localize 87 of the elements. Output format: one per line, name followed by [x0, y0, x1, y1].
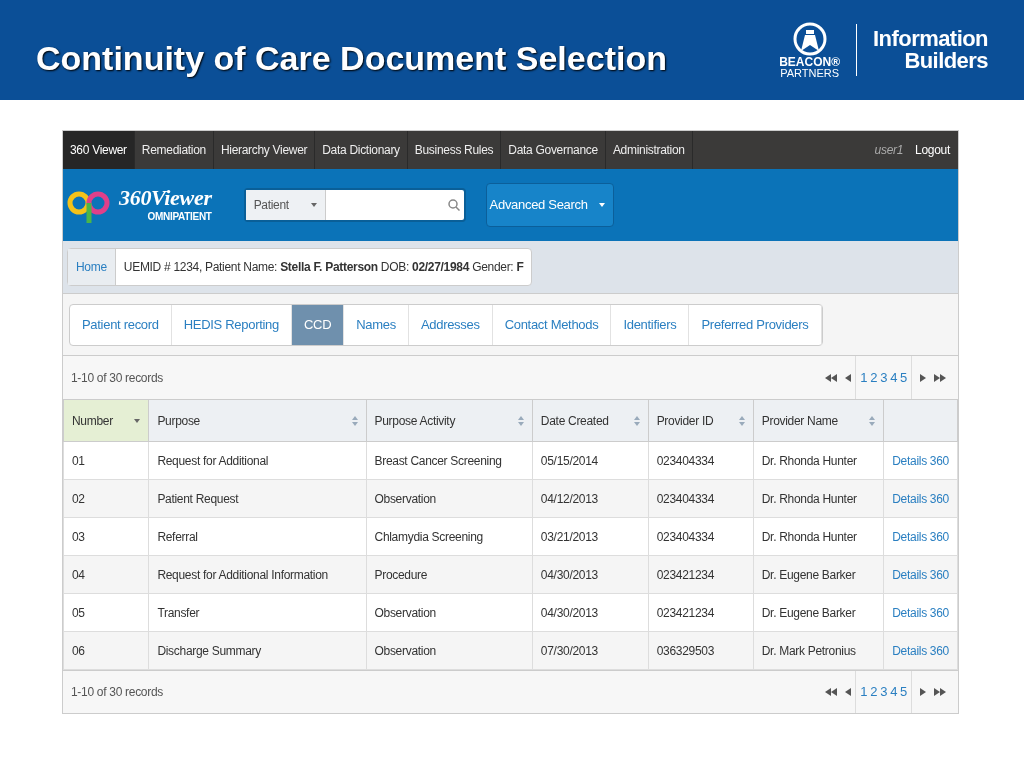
table-cell: 03/21/2013 [532, 517, 649, 556]
tab[interactable]: Identifiers [611, 304, 690, 345]
tab[interactable]: Addresses [408, 304, 493, 345]
table-cell: 023421234 [648, 593, 754, 632]
page-link[interactable]: 2 [870, 682, 878, 702]
username: user1 [874, 142, 904, 159]
search-field[interactable]: Patient [243, 188, 466, 222]
table-cell: 04 [63, 555, 149, 594]
logo-text: PARTNERS [780, 67, 840, 79]
column-header[interactable]: Provider ID [648, 399, 754, 442]
record-count: 1-10 of 30 records [71, 684, 163, 701]
page-link[interactable]: 5 [900, 367, 907, 388]
search-type-dropdown[interactable]: Patient [245, 190, 326, 220]
table-cell: Observation [366, 593, 533, 632]
table-cell: Request for Additional Information [148, 555, 366, 594]
search-icon [447, 199, 460, 211]
column-header[interactable]: Date Created [532, 399, 649, 442]
tab[interactable]: Preferred Providers [689, 304, 822, 345]
table-cell: Referral [148, 517, 366, 556]
sort-icon [738, 415, 745, 426]
table-cell: 023404334 [648, 479, 754, 518]
table-cell: 036329503 [648, 631, 754, 670]
table-cell: Dr. Rhonda Hunter [753, 441, 884, 480]
table-cell: Request for Additional [148, 441, 366, 480]
table-cell: 023404334 [648, 441, 754, 480]
table-cell: 04/30/2013 [532, 555, 649, 594]
column-header[interactable]: Purpose [148, 399, 366, 442]
tab[interactable]: HEDIS Reporting [171, 304, 292, 345]
app-logo-subtitle: OMNIPATIENT [147, 209, 212, 224]
table-cell: 023421234 [648, 555, 754, 594]
column-header[interactable]: Number [63, 399, 149, 442]
sort-icon [633, 415, 640, 426]
column-header[interactable]: Provider Name [753, 399, 884, 442]
tab[interactable]: Contact Methods [492, 304, 612, 345]
page-link[interactable]: 1 [860, 367, 868, 388]
page-link[interactable]: 1 [860, 682, 868, 702]
tab[interactable]: Names [344, 304, 409, 345]
sort-icon [517, 415, 524, 426]
logo-text: Builders [904, 50, 988, 72]
table-cell: Observation [366, 479, 533, 518]
column-header[interactable]: Purpose Activity [366, 399, 533, 442]
page-link[interactable]: 3 [880, 682, 888, 702]
page-link[interactable]: 4 [890, 367, 898, 388]
table-cell: Dr. Rhonda Hunter [753, 479, 884, 518]
table-cell: Dr. Eugene Barker [753, 555, 884, 594]
table-cell: 04/30/2013 [532, 593, 649, 632]
logo-text: BEACON® [779, 55, 841, 68]
sort-icon [351, 415, 358, 426]
table-cell: Procedure [366, 555, 533, 594]
tab[interactable]: Patient record [70, 304, 172, 345]
page-link[interactable]: 2 [870, 367, 878, 388]
table-cell: 06 [63, 631, 149, 670]
table-cell: Breast Cancer Screening [366, 441, 533, 480]
table-cell: 05/15/2014 [532, 441, 649, 480]
advanced-search-button[interactable]: Advanced Search [485, 183, 614, 227]
table-cell: Chlamydia Screening [366, 517, 533, 556]
logout-link[interactable]: Logout [915, 141, 950, 159]
table-cell: Transfer [148, 593, 366, 632]
table-cell: 023404334 [648, 517, 754, 556]
sort-icon [869, 415, 876, 426]
patient-summary: UEMID # 1234, Patient Name: Stella F. Patterson DOB: 02/27/1984 Gender: F [122, 259, 525, 276]
home-link[interactable]: Home [68, 249, 116, 285]
table-cell: 05 [63, 593, 149, 632]
caret-icon [598, 203, 605, 207]
nav-item[interactable]: 360 Viewer [63, 131, 135, 169]
table-cell: Dr. Mark Petronius [753, 631, 884, 670]
table-cell: Dr. Eugene Barker [753, 593, 884, 632]
lighthouse-icon [792, 21, 827, 56]
caret-icon [310, 203, 317, 207]
page-link[interactable]: 3 [880, 367, 888, 388]
logo-text: Information [873, 28, 988, 50]
tab[interactable]: CCD [291, 304, 345, 345]
app-logo-title: 360Viewer [119, 186, 212, 209]
table-cell: Patient Request [148, 479, 366, 518]
table-cell: 02 [63, 479, 149, 518]
sort-descending-icon [134, 418, 141, 423]
record-count: 1-10 of 30 records [71, 369, 163, 387]
table-cell: 04/12/2013 [532, 479, 649, 518]
table-cell: 07/30/2013 [532, 631, 649, 670]
table-cell: 03 [63, 517, 149, 556]
table-cell: Observation [366, 631, 533, 670]
table-cell: Dr. Rhonda Hunter [753, 517, 884, 556]
slide-title: Continuity of Care Document Selection [36, 37, 667, 79]
table-cell: Discharge Summary [148, 631, 366, 670]
page-link[interactable]: 5 [900, 682, 907, 702]
page-link[interactable]: 4 [890, 682, 898, 702]
table-cell: 01 [63, 441, 149, 480]
